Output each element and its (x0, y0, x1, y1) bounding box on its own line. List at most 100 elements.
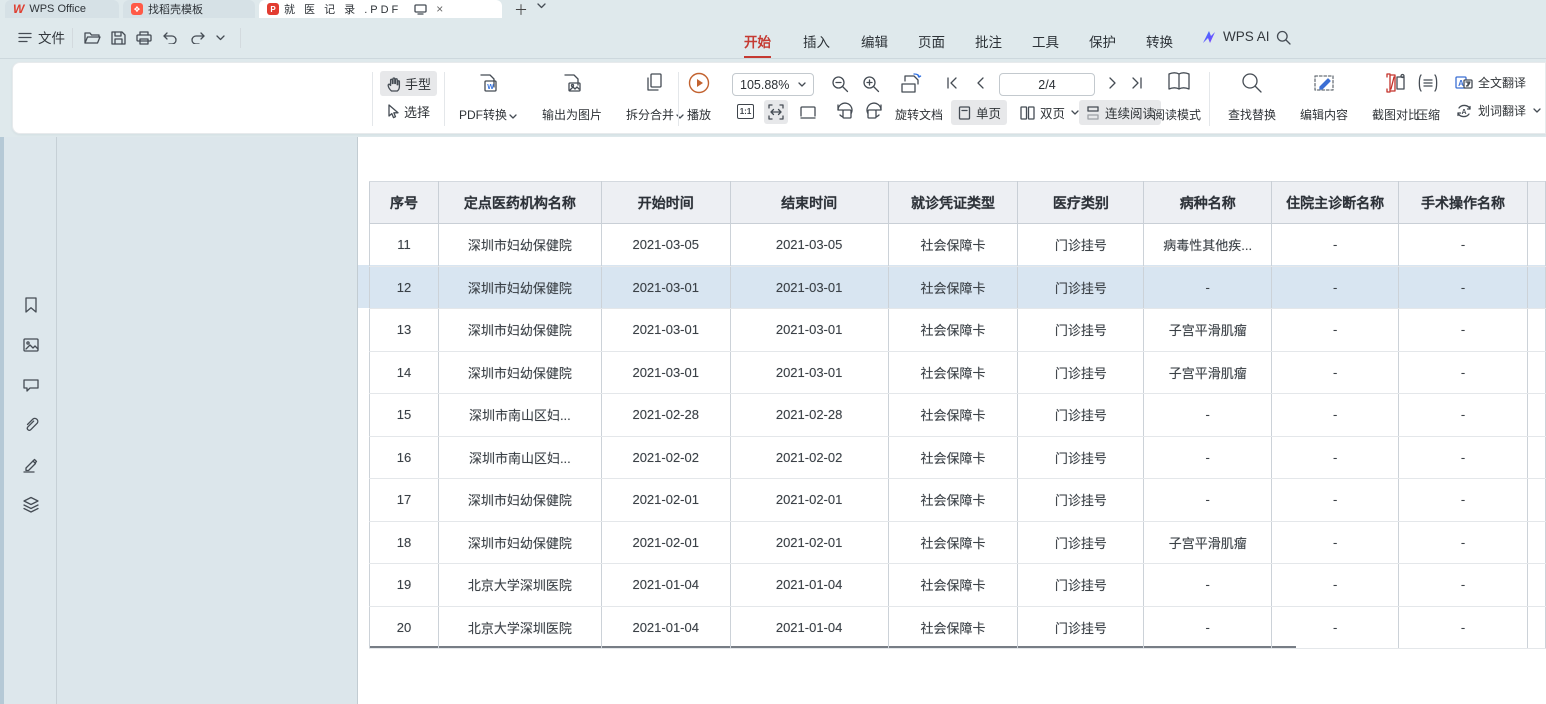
bookmark-icon[interactable] (21, 295, 41, 315)
menu-item-page[interactable]: 页面 (912, 28, 951, 54)
rotate-document-icon[interactable] (899, 71, 925, 97)
tab-list-chevron-icon[interactable] (537, 3, 546, 9)
edit-content-icon (1312, 71, 1336, 95)
full-translate-label: 全文翻译 (1478, 74, 1526, 91)
reading-mode-label[interactable]: 阅读模式 (1153, 106, 1201, 123)
undo-icon[interactable] (163, 31, 178, 44)
tab-docer-templates[interactable]: ❖ 找稻壳模板 (123, 0, 255, 18)
svg-text:A: A (1461, 109, 1466, 116)
table-cell: 深圳市南山区妇... (438, 394, 601, 437)
fit-width-button[interactable] (764, 100, 788, 124)
double-page-icon (1019, 105, 1036, 121)
table-cell: 门诊挂号 (1018, 309, 1144, 352)
table-cell (1527, 394, 1545, 437)
menu-item-convert[interactable]: 转换 (1140, 28, 1179, 54)
table-row: 11深圳市妇幼保健院2021-03-052021-03-05社会保障卡门诊挂号病… (370, 224, 1546, 267)
table-cell: 12 (370, 266, 439, 309)
continuous-reading-button[interactable]: 连续阅读 (1079, 100, 1161, 125)
menu-item-home[interactable]: 开始 (738, 28, 777, 54)
thumbnail-icon[interactable] (21, 335, 41, 355)
medical-records-table: 序号定点医药机构名称开始时间结束时间就诊凭证类型医疗类别病种名称住院主诊断名称手… (369, 181, 1546, 649)
save-icon[interactable] (111, 31, 126, 45)
menu-item-tools[interactable]: 工具 (1026, 28, 1065, 54)
single-page-button[interactable]: 单页 (951, 100, 1007, 125)
tab-wps-office[interactable]: W WPS Office (5, 0, 119, 18)
table-cell: 子宫平滑肌瘤 (1144, 351, 1272, 394)
menu-item-comment[interactable]: 批注 (969, 28, 1008, 54)
attachment-icon[interactable] (21, 415, 41, 435)
full-translate-button[interactable]: A 全文翻译 (1455, 74, 1526, 91)
menu-item-edit[interactable]: 编辑 (855, 28, 894, 54)
play-label: 播放 (687, 106, 711, 123)
table-cell: - (1144, 394, 1272, 437)
export-image-button[interactable]: 输出为图片 (529, 69, 615, 129)
zoom-level-select[interactable]: 105.88% (732, 73, 814, 96)
word-translate-button[interactable]: A 划词翻译 (1455, 102, 1541, 119)
rotate-left-icon[interactable] (835, 102, 854, 121)
word-translate-label: 划词翻译 (1478, 102, 1526, 119)
table-cell: - (1399, 351, 1528, 394)
comment-icon[interactable] (21, 375, 41, 395)
table-cell: 18 (370, 521, 439, 564)
table-cell: 社会保障卡 (888, 436, 1018, 479)
compress-label: 压缩 (1416, 106, 1440, 123)
continuous-reading-icon (1085, 105, 1101, 121)
table-header-cell: 手术操作名称 (1399, 182, 1528, 224)
zoom-in-icon[interactable] (862, 75, 880, 93)
double-page-button[interactable]: 双页 (1013, 100, 1085, 125)
rotate-document-label[interactable]: 旋转文档 (895, 106, 943, 123)
table-cell: 16 (370, 436, 439, 479)
reading-mode-icon[interactable] (1165, 70, 1193, 94)
last-page-icon[interactable] (1131, 76, 1144, 90)
find-replace-label: 查找替换 (1228, 106, 1276, 123)
signature-icon[interactable] (21, 455, 41, 475)
zoom-out-icon[interactable] (831, 75, 849, 93)
open-file-icon[interactable] (84, 31, 101, 45)
wps-ai-button[interactable]: WPS AI (1202, 29, 1270, 44)
table-cell (1527, 606, 1545, 649)
table-cell: 深圳市妇幼保健院 (438, 224, 601, 267)
close-tab-icon[interactable]: × (436, 2, 443, 16)
table-cell: 门诊挂号 (1018, 521, 1144, 564)
table-cell: 2021-01-04 (730, 564, 888, 607)
quick-access-chevron-icon[interactable] (216, 35, 225, 41)
file-menu-label: 文件 (38, 27, 65, 47)
table-header-cell: 就诊凭证类型 (888, 182, 1018, 224)
previous-page-icon[interactable] (975, 76, 985, 90)
table-row: 14深圳市妇幼保健院2021-03-012021-03-01社会保障卡门诊挂号子… (370, 351, 1546, 394)
tab-label: 就 医 记 录 .PDF (284, 1, 401, 17)
table-cell: - (1144, 606, 1272, 649)
table-cell: 19 (370, 564, 439, 607)
next-page-icon[interactable] (1108, 76, 1118, 90)
menu-item-protect[interactable]: 保护 (1083, 28, 1122, 54)
pdf-convert-button[interactable]: W PDF转换 (449, 69, 527, 129)
file-menu-button[interactable]: 文件 (18, 27, 65, 47)
compress-button[interactable]: 压缩 (1405, 69, 1451, 129)
hand-tool-button[interactable]: 手型 (380, 71, 437, 96)
select-tool-button[interactable]: 选择 (380, 99, 436, 124)
play-button[interactable]: 播放 (677, 69, 721, 129)
first-page-icon[interactable] (945, 76, 958, 90)
document-page[interactable]: 序号定点医药机构名称开始时间结束时间就诊凭证类型医疗类别病种名称住院主诊断名称手… (357, 137, 1546, 704)
full-translate-icon: A (1455, 75, 1473, 90)
actual-size-button[interactable]: 1:1 (737, 104, 754, 119)
screen-share-icon[interactable] (414, 4, 427, 15)
table-cell (1527, 564, 1545, 607)
new-tab-button[interactable]: ＋ (514, 0, 528, 20)
print-icon[interactable] (136, 31, 152, 45)
rotate-right-icon[interactable] (865, 102, 884, 121)
menu-search-icon[interactable] (1276, 30, 1291, 45)
table-cell: 2021-03-01 (730, 309, 888, 352)
redo-icon[interactable] (190, 31, 205, 44)
fit-page-button[interactable] (799, 103, 817, 121)
find-replace-button[interactable]: 查找替换 (1217, 69, 1287, 129)
table-cell: - (1144, 436, 1272, 479)
edit-content-button[interactable]: 编辑内容 (1289, 69, 1359, 129)
table-cell: - (1272, 351, 1399, 394)
export-image-icon (560, 71, 584, 95)
tab-document-pdf[interactable]: P 就 医 记 录 .PDF × (259, 0, 502, 18)
layers-icon[interactable] (21, 495, 41, 515)
table-cell: 2021-03-01 (601, 266, 730, 309)
menu-item-insert[interactable]: 插入 (797, 28, 836, 54)
page-number-input[interactable]: 2/4 (999, 73, 1095, 96)
